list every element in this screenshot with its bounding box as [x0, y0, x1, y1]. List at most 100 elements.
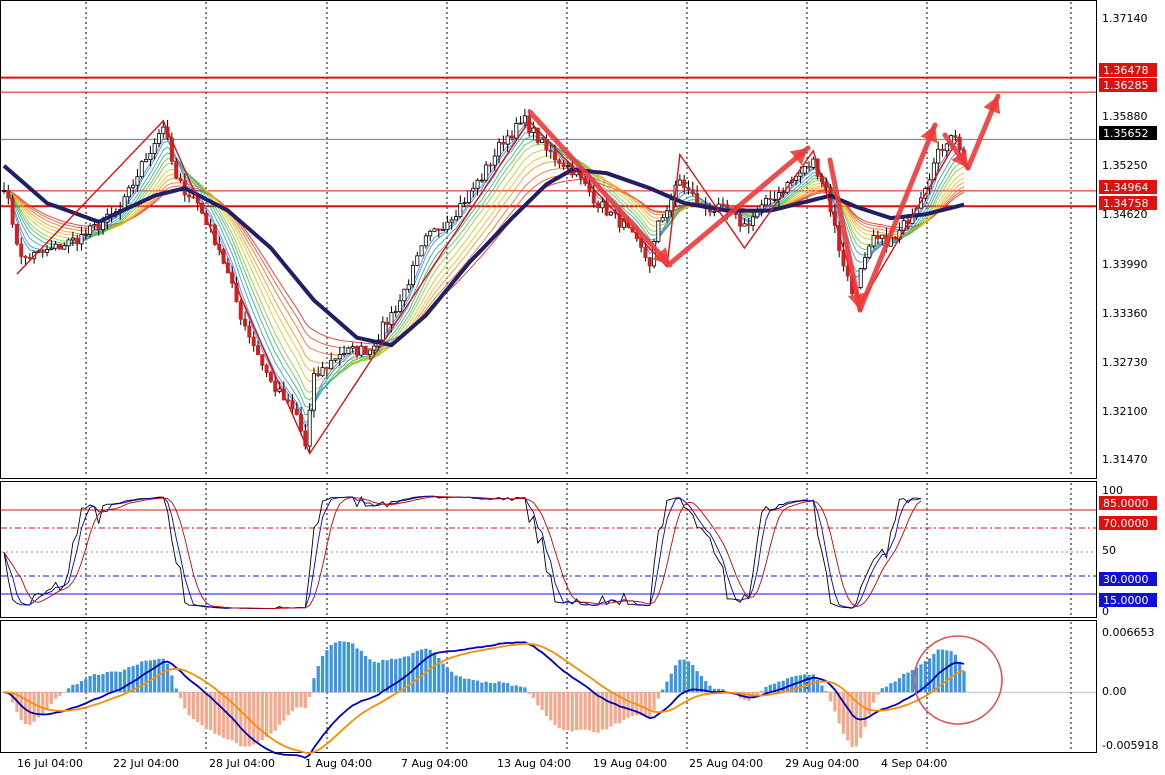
macd-histogram-bar	[630, 692, 635, 717]
candle-body	[690, 189, 695, 194]
candle-body	[742, 223, 747, 227]
candle-body	[746, 223, 751, 226]
macd-histogram-bar	[622, 692, 626, 720]
candle-body	[863, 257, 868, 270]
candle-body	[70, 237, 75, 241]
candle-body	[669, 199, 674, 212]
time-tick: 29 Aug 04:00	[785, 757, 859, 770]
candle-body	[656, 220, 661, 242]
macd-histogram-bar	[471, 680, 475, 693]
macd-histogram-bar	[290, 692, 295, 712]
macd-histogram-bar	[760, 691, 764, 693]
candle-body	[441, 228, 446, 231]
candle-body	[432, 228, 437, 232]
macd-histogram-bar	[217, 692, 221, 736]
macd-histogram-bar	[626, 692, 630, 718]
macd-histogram-bar	[531, 692, 536, 699]
macd-histogram-bar	[398, 658, 402, 693]
candle-body	[609, 211, 614, 216]
macd-histogram-bar	[484, 681, 488, 693]
price-panel	[0, 0, 1097, 479]
candle-body	[311, 373, 316, 411]
macd-histogram-bar	[144, 660, 148, 693]
macd-histogram-bar	[570, 692, 574, 732]
candle-body	[751, 216, 756, 226]
macd-histogram-bar	[639, 692, 643, 716]
candle-body	[2, 190, 7, 192]
price-tick: 1.31470	[1102, 453, 1148, 466]
macd-panel	[0, 620, 1097, 753]
macd-histogram-bar	[368, 659, 372, 693]
candle-body	[475, 179, 480, 189]
candle-body	[320, 367, 325, 377]
macd-histogram-bar	[691, 664, 695, 693]
macd-histogram-bar	[458, 676, 462, 693]
macd-histogram-bar	[325, 650, 329, 693]
macd-histogram-bar	[902, 673, 906, 693]
macd-histogram-bar	[277, 692, 282, 725]
macd-histogram-bar	[764, 686, 768, 693]
stoch-level-label: 30.0000	[1103, 573, 1149, 586]
macd-tick: 0.006653	[1102, 626, 1155, 639]
macd-histogram-bar	[127, 667, 131, 693]
macd-histogram-bar	[359, 650, 363, 693]
macd-histogram-bar	[204, 692, 208, 730]
candle-body	[152, 143, 157, 154]
macd-histogram-bar	[312, 678, 316, 693]
candle-body	[294, 408, 299, 415]
macd-histogram-bar	[286, 692, 290, 716]
candle-body	[514, 123, 519, 139]
candle-body	[393, 311, 398, 314]
macd-histogram-bar	[342, 641, 346, 693]
macd-histogram-bar	[114, 671, 118, 693]
candle-body	[553, 151, 558, 161]
candle-body	[565, 165, 570, 168]
candle-body	[415, 255, 420, 266]
macd-histogram-bar	[364, 655, 368, 693]
macd-histogram-bar	[846, 692, 850, 741]
candle-body	[406, 284, 411, 290]
macd-histogram-bar	[587, 692, 592, 731]
macd-histogram-bar	[213, 692, 217, 734]
candle-body	[957, 137, 962, 151]
macd-histogram-bar	[329, 645, 333, 693]
candle-body	[389, 312, 394, 325]
candle-body	[247, 325, 252, 338]
macd-histogram-bar	[92, 674, 97, 693]
macd-histogram-bar	[174, 688, 178, 693]
macd-histogram-bar	[596, 692, 600, 733]
candle-body	[936, 148, 941, 164]
macd-histogram-bar	[441, 663, 445, 693]
candle-body	[398, 300, 403, 312]
macd-histogram-bar	[372, 661, 376, 693]
macd-histogram-bar	[501, 682, 505, 693]
candle-body	[299, 414, 304, 432]
candle-body	[23, 256, 28, 258]
time-tick: 22 Jul 04:00	[113, 757, 179, 770]
candle-body	[871, 235, 876, 247]
candle-body	[664, 210, 669, 219]
candle-body	[260, 354, 265, 366]
candle-body	[45, 249, 50, 253]
candle-body	[875, 235, 880, 239]
macd-histogram-bar	[932, 653, 936, 693]
macd-histogram-bar	[906, 672, 910, 693]
macd-histogram-bar	[467, 678, 471, 693]
candle-body	[643, 246, 648, 259]
macd-histogram-bar	[880, 688, 884, 693]
candle-body	[255, 345, 260, 356]
time-tick: 25 Aug 04:00	[689, 757, 763, 770]
candle-body	[316, 373, 321, 377]
candle-body	[290, 400, 295, 410]
macd-histogram-bar	[613, 692, 617, 724]
candle-body	[548, 149, 553, 153]
candle-body	[62, 245, 67, 250]
macd-histogram-bar	[648, 692, 652, 718]
candle-body	[505, 135, 510, 145]
candle-body	[14, 223, 19, 245]
candle-body	[359, 345, 364, 356]
candle-body	[600, 201, 605, 209]
candle-body	[423, 235, 428, 247]
macd-histogram-bar	[381, 659, 385, 693]
time-axis: 16 Jul 04:00 22 Jul 04:00 28 Jul 04:00 1…	[17, 757, 947, 770]
